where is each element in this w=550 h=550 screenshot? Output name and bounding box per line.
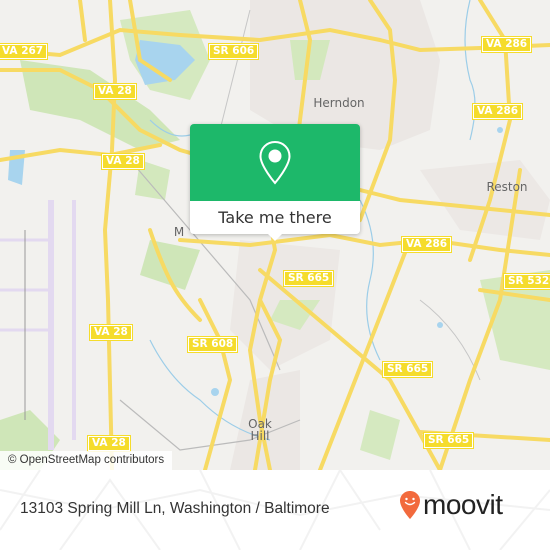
route-shield: VA 286 — [401, 236, 453, 253]
moovit-wordmark: moovit — [423, 489, 503, 520]
moovit-logo[interactable]: moovit — [399, 489, 503, 520]
map-attribution[interactable]: © OpenStreetMap contributors — [0, 451, 173, 470]
route-shield: VA 28 — [87, 435, 131, 452]
destination-popup[interactable]: Take me there — [190, 124, 360, 241]
place-label: Oak Hill — [248, 417, 272, 443]
route-shield: SR 606 — [208, 43, 260, 60]
route-shield: VA 286 — [472, 103, 524, 120]
route-shield: SR 5320 — [503, 273, 550, 290]
route-shield: VA 267 — [0, 43, 49, 60]
route-shield: SR 665 — [423, 432, 475, 449]
popup-pointer — [267, 233, 283, 241]
route-shield: VA 28 — [101, 153, 145, 170]
place-label: Herndon — [313, 96, 365, 110]
footer-bar: 13103 Spring Mill Ln, Washington / Balti… — [0, 470, 550, 550]
place-label: M — [173, 225, 185, 239]
route-shield: VA 28 — [93, 83, 137, 100]
route-shield: SR 665 — [283, 270, 335, 287]
route-shield: VA 286 — [481, 36, 533, 53]
location-pin-icon — [259, 140, 291, 185]
route-shield: SR 608 — [187, 336, 239, 353]
take-me-there-button[interactable]: Take me there — [190, 201, 360, 234]
route-shield: VA 28 — [89, 324, 133, 341]
route-shield: SR 665 — [382, 361, 434, 378]
destination-address: 13103 Spring Mill Ln, Washington / Balti… — [20, 500, 330, 517]
popup-header — [190, 124, 360, 201]
moovit-smile-pin-icon — [400, 491, 420, 519]
place-label: Reston — [486, 180, 528, 194]
map-view[interactable]: VA 267 SR 606 VA 286 VA 286 VA 28 VA 28 VA 286… — [0, 0, 550, 470]
